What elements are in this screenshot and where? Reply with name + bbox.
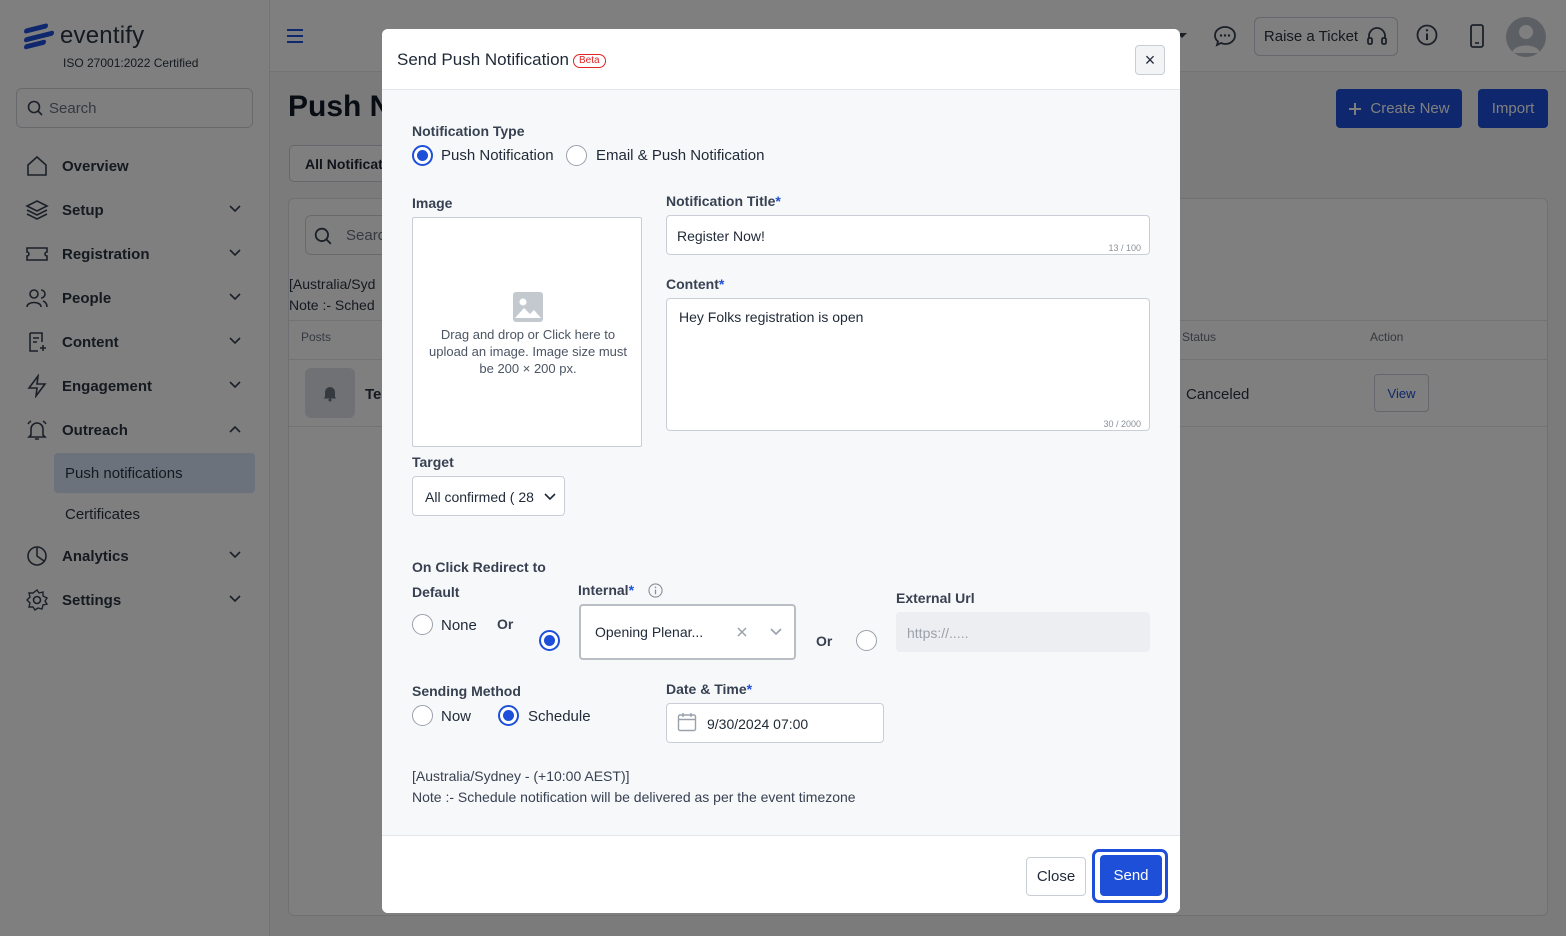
image-placeholder-icon [513, 292, 543, 322]
date-time-input[interactable]: 9/30/2024 07:00 [666, 703, 884, 743]
date-time-label-text: Date & Time [666, 681, 747, 697]
notification-title-value: Register Now! [677, 228, 765, 244]
internal-redirect-select[interactable]: Opening Plenar... [579, 604, 796, 660]
or-separator: Or [816, 633, 833, 649]
clear-icon[interactable] [737, 627, 747, 637]
internal-label: Internal* [578, 582, 635, 598]
radio-redirect-none[interactable] [412, 614, 433, 635]
notification-type-label: Notification Type [412, 123, 525, 139]
date-time-value: 9/30/2024 07:00 [707, 716, 809, 732]
modal-header: Send Push Notification Beta × [382, 29, 1180, 90]
close-icon[interactable]: × [1135, 45, 1165, 75]
radio-email-push-notification[interactable] [566, 145, 587, 166]
radio-redirect-none-label: None [441, 617, 477, 634]
calendar-icon [677, 713, 697, 732]
radio-send-now[interactable] [412, 705, 433, 726]
modal-title: Send Push Notification Beta [397, 50, 606, 70]
content-label-text: Content [666, 276, 719, 292]
info-icon[interactable] [648, 583, 663, 598]
sending-method-label: Sending Method [412, 683, 521, 699]
external-url-label: External Url [896, 590, 975, 606]
radio-send-now-label: Now [441, 708, 472, 725]
content-textarea[interactable]: Hey Folks registration is open 30 / 2000 [666, 298, 1150, 431]
external-url-placeholder: https://..... [907, 625, 969, 641]
send-button[interactable]: Send [1100, 855, 1162, 896]
title-char-counter: 13 / 100 [1108, 243, 1141, 253]
date-time-label: Date & Time* [666, 681, 753, 697]
target-label: Target [412, 454, 454, 470]
radio-push-notification-label: Push Notification [441, 147, 554, 164]
image-label: Image [412, 195, 453, 211]
content-char-counter: 30 / 2000 [1103, 419, 1141, 429]
redirect-label: On Click Redirect to [412, 559, 546, 575]
notification-title-label: Notification Title* [666, 193, 781, 209]
beta-badge: Beta [573, 54, 606, 68]
radio-send-schedule[interactable] [498, 705, 519, 726]
internal-redirect-value: Opening Plenar... [595, 624, 704, 640]
image-dropzone-hint: Drag and drop or Click here to upload an… [429, 327, 627, 376]
internal-label-text: Internal [578, 582, 629, 598]
target-select[interactable]: All confirmed ( 28 [412, 476, 565, 516]
content-value: Hey Folks registration is open [679, 309, 864, 325]
close-button[interactable]: Close [1026, 857, 1086, 896]
default-label: Default [412, 584, 460, 600]
or-separator: Or [497, 616, 514, 632]
modal-title-text: Send Push Notification [397, 50, 569, 69]
content-label: Content* [666, 276, 725, 292]
chevron-down-icon [544, 493, 556, 501]
chevron-down-icon [770, 628, 782, 636]
radio-email-push-notification-label: Email & Push Notification [596, 147, 765, 164]
image-dropzone[interactable]: Drag and drop or Click here to upload an… [412, 217, 642, 447]
radio-redirect-external[interactable] [856, 630, 877, 651]
send-push-notification-modal: Send Push Notification Beta × Notificati… [382, 29, 1180, 913]
external-url-input[interactable]: https://..... [896, 612, 1150, 652]
schedule-note-text: Note :- Schedule notification will be de… [412, 789, 856, 805]
schedule-timezone-note: [Australia/Sydney - (+10:00 AEST)] Note … [412, 766, 856, 808]
modal-footer: Close Send [382, 835, 1180, 913]
radio-redirect-internal[interactable] [539, 630, 560, 651]
notification-title-label-text: Notification Title [666, 193, 776, 209]
timezone-text: [Australia/Sydney - (+10:00 AEST)] [412, 768, 630, 784]
notification-title-input[interactable]: Register Now! 13 / 100 [666, 215, 1150, 255]
radio-push-notification[interactable] [412, 145, 433, 166]
radio-send-schedule-label: Schedule [528, 708, 591, 725]
target-value: All confirmed ( 28 [425, 489, 534, 505]
